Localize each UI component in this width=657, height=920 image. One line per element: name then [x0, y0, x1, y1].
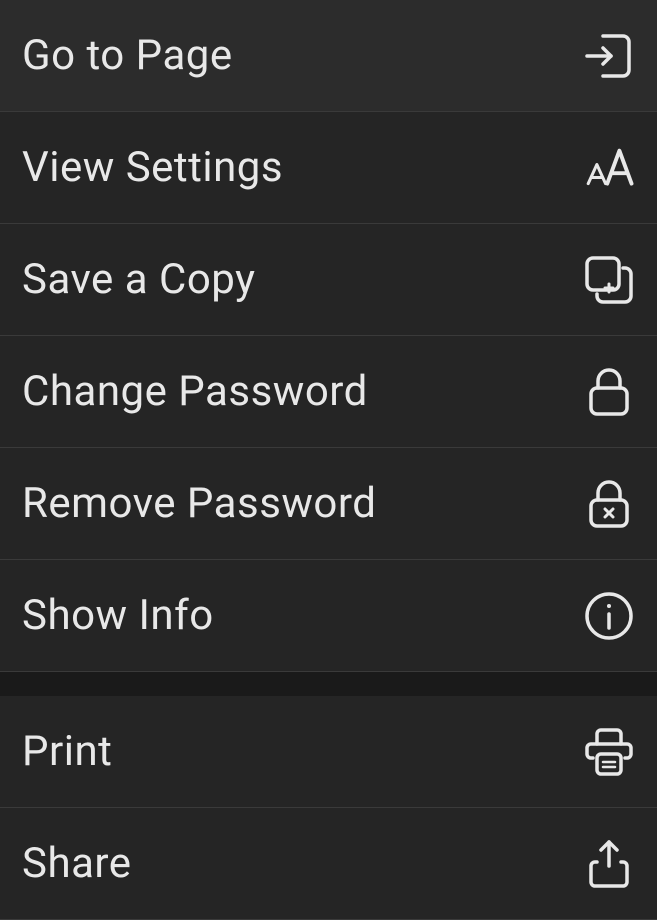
menu-item-label: Save a Copy — [22, 255, 256, 304]
menu-item-print[interactable]: Print — [0, 696, 657, 808]
menu-separator — [0, 672, 657, 696]
menu-item-label: Go to Page — [22, 31, 233, 80]
lock-icon — [583, 366, 635, 418]
menu-item-goto-page[interactable]: Go to Page — [0, 0, 657, 112]
menu-item-remove-password[interactable]: Remove Password — [0, 448, 657, 560]
menu-list: Go to Page View Settings Save a Copy — [0, 0, 657, 920]
menu-item-view-settings[interactable]: View Settings — [0, 112, 657, 224]
menu-item-label: Print — [22, 727, 112, 776]
lock-remove-icon — [583, 478, 635, 530]
share-icon — [583, 838, 635, 890]
menu-item-label: Share — [22, 839, 132, 888]
menu-item-label: Show Info — [22, 591, 214, 640]
menu-item-label: Change Password — [22, 367, 368, 416]
menu-item-label: View Settings — [22, 143, 283, 192]
menu-item-share[interactable]: Share — [0, 808, 657, 920]
goto-page-icon — [583, 30, 635, 82]
text-size-icon — [583, 142, 635, 194]
copy-plus-icon — [583, 254, 635, 306]
printer-icon — [583, 726, 635, 778]
menu-item-label: Remove Password — [22, 479, 376, 528]
menu-item-save-copy[interactable]: Save a Copy — [0, 224, 657, 336]
info-icon — [583, 590, 635, 642]
menu-item-change-password[interactable]: Change Password — [0, 336, 657, 448]
menu-item-show-info[interactable]: Show Info — [0, 560, 657, 672]
